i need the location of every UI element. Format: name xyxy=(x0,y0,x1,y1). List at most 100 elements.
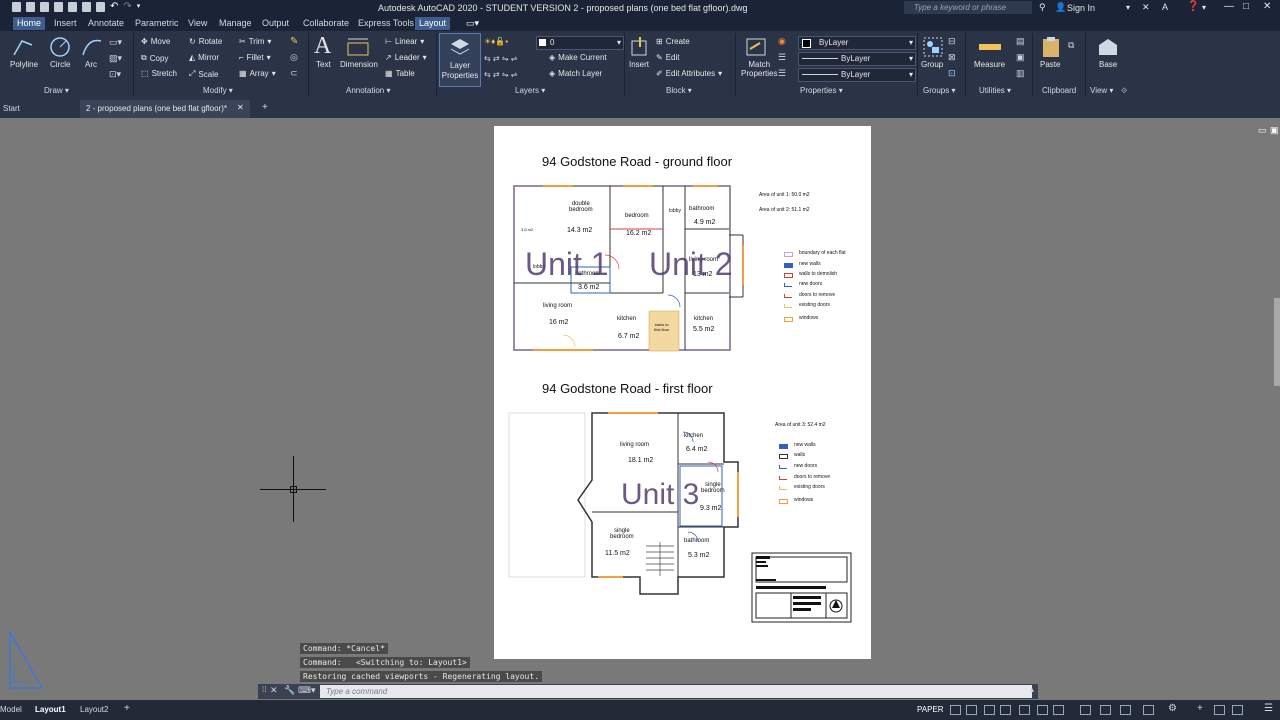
linetype-dropdown[interactable]: ByLayer ▾ xyxy=(798,52,916,66)
object-snap-icon[interactable] xyxy=(1037,705,1048,715)
measure-button[interactable]: Measure xyxy=(974,60,1005,69)
dimension-button[interactable]: Dimension xyxy=(340,60,378,69)
minimize-icon[interactable]: — xyxy=(1224,1,1234,12)
isodraft-icon[interactable] xyxy=(1019,705,1030,715)
new-tab-icon[interactable]: + xyxy=(262,102,268,113)
fillet-button[interactable]: ⌐ Fillet ▾ xyxy=(239,53,271,62)
tab-annotate[interactable]: Annotate xyxy=(88,18,124,28)
layer-state-icons[interactable]: ☀♦🔓▪ xyxy=(484,37,508,46)
start-tab[interactable]: Start xyxy=(3,104,20,113)
customization-menu-icon[interactable]: ☰ xyxy=(1264,703,1273,714)
tab-parametric[interactable]: Parametric xyxy=(135,18,179,28)
modify-panel-label[interactable]: Modify ▾ xyxy=(203,86,233,95)
grid-icon[interactable] xyxy=(950,705,961,715)
save-icon[interactable] xyxy=(40,2,49,12)
maximize-icon[interactable]: □ xyxy=(1243,1,1249,12)
layer-tools-row2[interactable]: ⇆ ⇄ ⇋ ⇌ xyxy=(484,70,517,79)
group-select-icon[interactable]: ⊡ xyxy=(948,68,956,79)
rotate-button[interactable]: ↻ Rotate xyxy=(189,37,222,46)
scale-button[interactable]: ⤢ Scale xyxy=(189,69,218,79)
array-button[interactable]: ▦ Array ▾ xyxy=(239,69,276,78)
tab-layout2[interactable]: Layout2 xyxy=(80,705,108,714)
tab-insert[interactable]: Insert xyxy=(54,18,77,28)
close-icon[interactable]: ✕ xyxy=(1263,1,1271,12)
create-block-button[interactable]: ⊞ Create xyxy=(656,37,690,46)
paper-space-toggle[interactable]: PAPER xyxy=(917,705,944,714)
recent-commands-icon[interactable]: ⌨▾ xyxy=(298,685,316,696)
viewport-restore-icon[interactable]: ▣ xyxy=(1270,125,1279,136)
autodesk-app-icon[interactable]: A xyxy=(1162,2,1168,12)
search-input[interactable]: Type a keyword or phrase xyxy=(904,1,1032,14)
layer-tools-row1[interactable]: ⇆ ⇄ ⇋ ⇌ xyxy=(484,54,517,63)
command-input[interactable]: Type a command xyxy=(320,685,1032,698)
utilities-panel-label[interactable]: Utilities ▾ xyxy=(979,86,1011,95)
base-button[interactable]: Base xyxy=(1099,60,1117,69)
qat-dropdown-icon[interactable]: ▾ xyxy=(137,2,141,12)
selection-cycling-icon[interactable] xyxy=(1100,705,1111,715)
match-layer-button[interactable]: ◈ Match Layer xyxy=(549,69,602,78)
web-icon[interactable] xyxy=(68,2,77,12)
add-layout-icon[interactable]: + xyxy=(124,703,130,714)
tab-output[interactable]: Output xyxy=(262,18,289,28)
lineweight-dropdown[interactable]: ByLayer ▾ xyxy=(798,68,916,82)
plot-icon[interactable] xyxy=(82,2,91,12)
leader-button[interactable]: ↗ Leader ▾ xyxy=(385,53,427,62)
tab-view[interactable]: View xyxy=(188,18,207,28)
tab-express-tools[interactable]: Express Tools xyxy=(358,18,414,28)
move-button[interactable]: ✥ Move xyxy=(141,37,170,46)
clean-screen-icon[interactable] xyxy=(1232,705,1243,715)
boundary-icon[interactable]: ⊡▾ xyxy=(109,69,121,80)
command-grip-icon[interactable]: ⁞⁞ xyxy=(262,685,266,694)
arc-button[interactable]: Arc xyxy=(85,60,97,69)
tab-layout1[interactable]: Layout1 xyxy=(35,705,66,714)
workspace-gear-icon[interactable]: ⚙ xyxy=(1168,703,1177,714)
stretch-button[interactable]: ⬚ Stretch xyxy=(141,69,177,78)
navigation-bar[interactable] xyxy=(1274,298,1280,386)
groups-panel-label[interactable]: Groups ▾ xyxy=(923,86,955,95)
text-button[interactable]: Text xyxy=(316,60,331,69)
user-icon[interactable]: 👤 xyxy=(1055,2,1066,13)
help-icon[interactable]: ❓ xyxy=(1187,1,1199,12)
lineweight-icon[interactable]: ☰ xyxy=(778,68,786,79)
tab-model[interactable]: Model xyxy=(0,705,22,714)
copy-button[interactable]: ⧉ Copy xyxy=(141,53,168,63)
paste-button[interactable]: Paste xyxy=(1040,60,1060,69)
ortho-icon[interactable] xyxy=(984,705,995,715)
mirror-button[interactable]: ◭ Mirror xyxy=(189,53,219,62)
explode-icon[interactable]: ◎ xyxy=(290,52,298,63)
sign-in-button[interactable]: Sign In xyxy=(1067,3,1095,13)
lineweight-toggle-icon[interactable] xyxy=(1053,705,1064,715)
active-document-tab[interactable]: 2 - proposed plans (one bed flat gfloor)… xyxy=(80,100,250,118)
insert-button[interactable]: Insert xyxy=(629,60,649,69)
3d-osnap-icon[interactable] xyxy=(1120,705,1131,715)
hardware-acceleration-icon[interactable] xyxy=(1214,705,1225,715)
save-as-icon[interactable] xyxy=(54,2,63,12)
exchange-icon[interactable]: ✕ xyxy=(1142,2,1150,13)
layers-panel-label[interactable]: Layers ▾ xyxy=(515,86,545,95)
signin-dropdown-icon[interactable]: ▾ xyxy=(1126,3,1130,12)
copy-clip-icon[interactable]: ⧉ xyxy=(1068,40,1074,51)
print-icon[interactable] xyxy=(96,2,105,12)
draw-panel-label[interactable]: Draw ▾ xyxy=(44,86,69,95)
linetype-icon[interactable]: ☰ xyxy=(778,52,786,63)
ribbon-expand-icon[interactable]: ⟐ xyxy=(1121,86,1127,96)
polyline-button[interactable]: Polyline xyxy=(10,60,38,69)
edit-block-button[interactable]: ✎ Edit xyxy=(656,53,680,62)
tab-collaborate[interactable]: Collaborate xyxy=(303,18,349,28)
group-edit-icon[interactable]: ⊠ xyxy=(948,52,956,63)
calculator-icon[interactable]: ▤ xyxy=(1016,36,1025,47)
polar-icon[interactable] xyxy=(1000,705,1011,715)
rectangle-icon[interactable]: ▭▾ xyxy=(109,37,122,48)
id-point-icon[interactable]: ▥ xyxy=(1016,68,1025,79)
customize-icon[interactable]: 🔧 xyxy=(284,685,295,696)
transparency-icon[interactable] xyxy=(1080,705,1091,715)
circle-button[interactable]: Circle xyxy=(50,60,70,69)
layer-properties-button[interactable]: Layer Properties xyxy=(439,33,481,87)
linear-button[interactable]: ⊢ Linear ▾ xyxy=(385,37,424,46)
redo-icon[interactable]: ↷ xyxy=(123,2,131,12)
snap-icon[interactable] xyxy=(966,705,977,715)
ungroup-icon[interactable]: ⊟ xyxy=(948,36,956,47)
close-tab-icon[interactable]: ✕ xyxy=(237,103,244,112)
group-button[interactable]: Group xyxy=(921,60,943,69)
make-current-button[interactable]: ◈ Make Current xyxy=(549,53,607,62)
